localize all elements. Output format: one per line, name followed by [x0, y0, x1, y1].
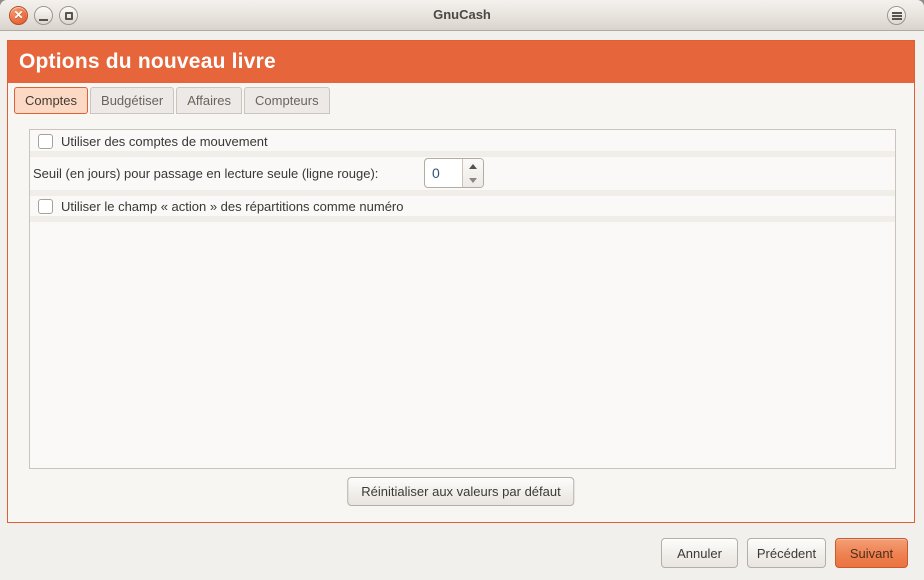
spin-down-button[interactable] [463, 173, 483, 187]
split-action-checkbox[interactable] [38, 199, 53, 214]
arrow-down-icon [469, 178, 477, 183]
row-separator [30, 216, 895, 222]
titlebar[interactable]: ✕ GnuCash [0, 0, 924, 31]
page-title: Options du nouveau livre [8, 41, 914, 83]
tab-compteurs[interactable]: Compteurs [244, 87, 330, 114]
window-menu-button[interactable] [887, 6, 906, 25]
previous-button[interactable]: Précédent [747, 538, 826, 568]
spin-value[interactable]: 0 [425, 159, 462, 187]
hamburger-icon [892, 12, 902, 14]
reset-defaults-button[interactable]: Réinitialiser aux valeurs par défaut [347, 477, 574, 506]
readonly-threshold-spinner[interactable]: 0 [424, 158, 484, 188]
trading-accounts-label: Utiliser des comptes de mouvement [61, 134, 268, 149]
cancel-button[interactable]: Annuler [661, 538, 738, 568]
window-title: GnuCash [0, 0, 924, 31]
action-bar: Annuler Précédent Suivant [661, 538, 908, 568]
next-button[interactable]: Suivant [835, 538, 908, 568]
new-book-options-panel: Options du nouveau livre Comptes Budgéti… [7, 40, 915, 523]
tab-comptes[interactable]: Comptes [14, 87, 88, 114]
options-tabbar: Comptes Budgétiser Affaires Compteurs [14, 87, 330, 114]
tab-affaires[interactable]: Affaires [176, 87, 242, 114]
option-row-readonly-threshold: Seuil (en jours) pour passage en lecture… [30, 157, 895, 190]
option-row-trading-accounts: Utiliser des comptes de mouvement [30, 131, 895, 151]
spin-up-button[interactable] [463, 159, 483, 173]
tab-budgetiser[interactable]: Budgétiser [90, 87, 174, 114]
arrow-up-icon [469, 164, 477, 169]
option-row-split-action: Utiliser le champ « action » des réparti… [30, 196, 895, 216]
trading-accounts-checkbox[interactable] [38, 134, 53, 149]
readonly-threshold-label: Seuil (en jours) pour passage en lecture… [33, 166, 378, 181]
split-action-label: Utiliser le champ « action » des réparti… [61, 199, 403, 214]
options-content-box: Utiliser des comptes de mouvement Seuil … [29, 129, 896, 469]
gnucash-window: ✕ GnuCash Options du nouveau livre Compt… [0, 0, 924, 580]
